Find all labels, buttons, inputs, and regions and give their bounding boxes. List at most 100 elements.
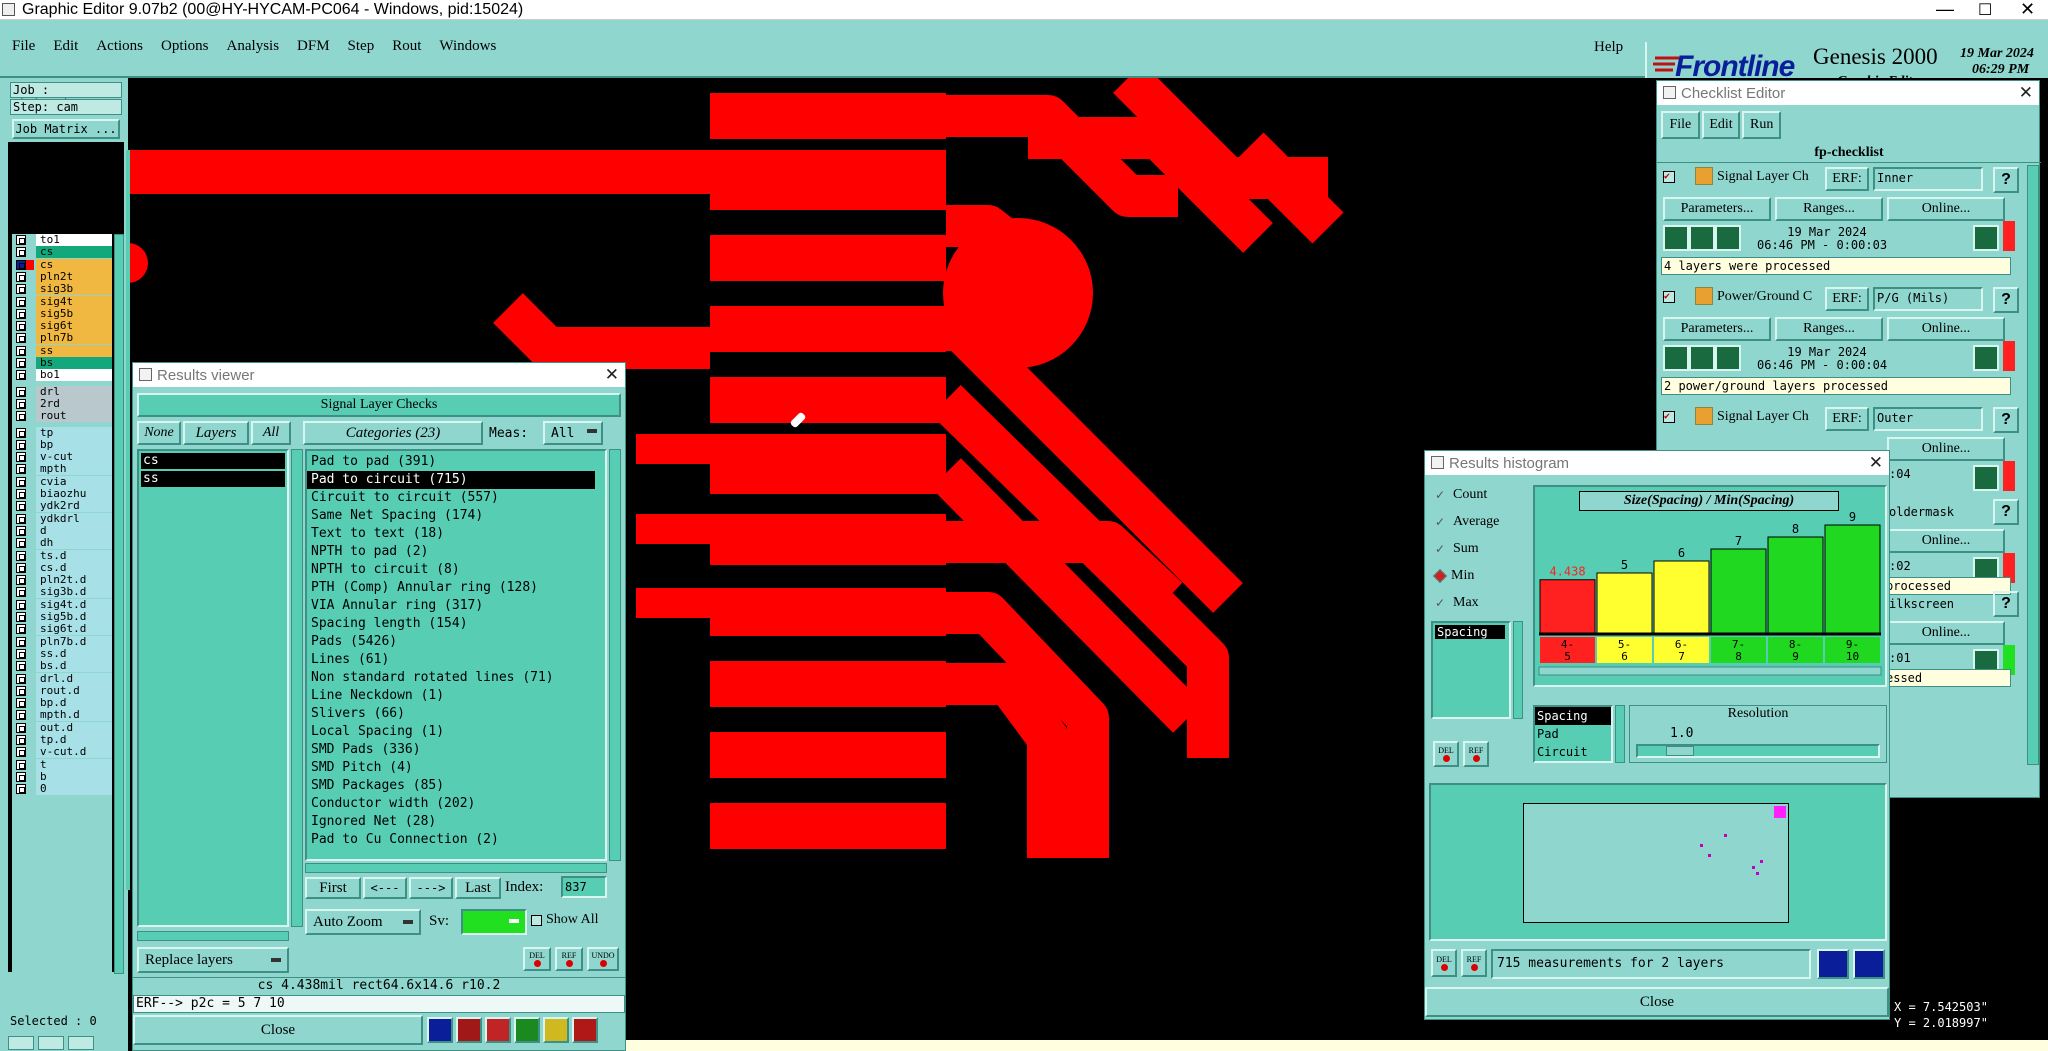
sub-list-scroll[interactable] [1615,705,1625,763]
histogram-sub-item[interactable]: Pad [1535,725,1611,743]
category-item[interactable]: VIA Annular ring (317) [307,597,605,615]
layer-checkbox[interactable] [16,636,26,647]
histogram-sub-item[interactable]: Circuit [1535,743,1611,761]
category-item[interactable]: Circuit to circuit (557) [307,489,605,507]
layer-row[interactable]: d [12,524,112,537]
online-button[interactable]: Online... [1887,529,2005,553]
ref-button[interactable]: REF [555,947,583,971]
layer-row[interactable]: cs [12,258,112,271]
histogram-option[interactable]: ✓ Max [1435,593,1479,613]
histogram-item-scroll[interactable] [1513,621,1523,719]
layer-row[interactable]: cvia [12,475,112,488]
histogram-bar[interactable] [1767,536,1824,634]
signal-layer-checks-header[interactable]: Signal Layer Checks [137,393,621,417]
layer-name[interactable]: rout.d [36,684,112,697]
layer-row[interactable]: sig5b.d [12,611,112,623]
category-item[interactable]: Pad to circuit (715) [307,471,595,489]
help-button[interactable]: ? [1993,499,2019,525]
layer-checkbox[interactable] [16,345,26,356]
layer-name[interactable]: ss.d [36,647,112,660]
menu-help[interactable]: Help [1594,39,1623,56]
del-button[interactable]: DEL [523,947,551,971]
histogram-bar[interactable] [1539,579,1596,634]
tool-icon[interactable] [68,1036,94,1050]
help-button[interactable]: ? [1993,287,2019,313]
layer-row[interactable]: rout [12,410,112,423]
layer-name[interactable]: bs.d [36,660,112,673]
layer-checkbox[interactable] [16,784,26,795]
index-input[interactable]: 837 [561,876,607,898]
category-item[interactable]: SMD Pitch (4) [307,759,605,777]
category-item[interactable]: Conductor width (202) [307,795,605,813]
layer-row[interactable]: biaozhu [12,488,112,500]
bottom-tool-icons[interactable] [8,1036,108,1050]
menu-step[interactable]: Step [348,38,375,58]
layer-row[interactable]: sig4t.d [12,598,112,611]
sv-color-select[interactable] [461,909,527,935]
layer-row[interactable]: sig6t [12,320,112,333]
histogram-sub-item[interactable]: Spacing [1535,707,1611,725]
histogram-close-icon[interactable]: ✕ [1869,453,1883,473]
layer-checkbox[interactable] [16,735,26,745]
layer-row[interactable]: v-cut.d [12,746,112,759]
menu-windows[interactable]: Windows [439,38,496,58]
layer-checkbox[interactable] [16,624,26,635]
layer-name[interactable]: mpth.d [36,709,112,722]
layer-checkbox[interactable] [16,247,26,258]
layer-results-list[interactable]: cs ss [137,449,289,927]
histogram-zoom-icon[interactable] [1853,949,1885,979]
layer-name[interactable]: ss [36,344,112,357]
layer-checkbox[interactable] [16,747,26,758]
layer-name[interactable]: cvia [36,475,112,488]
menu-dfm[interactable]: DFM [297,38,330,58]
layers-button[interactable]: Layers [183,421,249,445]
layer-row[interactable]: mpth.d [12,709,112,722]
histogram-close-button[interactable]: Close [1425,987,1889,1017]
histogram-bar[interactable] [1596,572,1653,634]
tool-icon[interactable] [8,1036,34,1050]
layer-row[interactable]: ts.d [12,549,112,562]
layer-name[interactable]: bo1 [36,369,112,382]
layer-row[interactable]: drl.d [12,672,112,685]
layer-name[interactable]: sig5b [36,307,112,320]
layer-row[interactable]: 2rd [12,397,112,410]
category-item[interactable]: Pad to Cu Connection (2) [307,831,605,849]
histogram-option[interactable]: ✓ Count [1435,485,1487,505]
menu-actions[interactable]: Actions [96,38,143,58]
spacing-item[interactable]: Spacing [1435,625,1505,639]
category-hscroll[interactable] [305,863,607,873]
layer-name[interactable]: v-cut [36,451,112,464]
layer-row[interactable]: tp.d [12,734,112,746]
layer-name[interactable]: sig6t [36,320,112,333]
layer-row[interactable]: bo1 [12,369,112,382]
layer-checkbox[interactable] [16,386,26,397]
zoom-icon[interactable] [1973,225,1999,251]
layer-row[interactable]: 0 [12,783,112,796]
layer-name[interactable]: d [36,524,112,537]
layer-checkbox[interactable] [16,439,26,450]
run-icon[interactable] [1715,225,1741,251]
results-viewer-close-button[interactable]: Close [133,1015,423,1045]
layer-name[interactable]: mpth [36,463,112,476]
result-layer-item[interactable]: cs [141,453,285,469]
select-tool-icon[interactable] [456,1017,482,1043]
menu-options[interactable]: Options [161,38,209,58]
menu-rout[interactable]: Rout [392,38,421,58]
category-vscroll[interactable] [609,449,621,861]
help-button[interactable]: ? [1993,591,2019,617]
layer-name[interactable]: dh [36,537,112,550]
layer-row[interactable]: ss.d [12,647,112,660]
erf-label[interactable]: ERF: [1825,167,1869,191]
category-item[interactable]: SMD Packages (85) [307,777,605,795]
layer-row[interactable]: ydk2rd [12,500,112,513]
layer-checkbox[interactable] [16,464,26,475]
category-item[interactable]: Ignored Net (28) [307,813,605,831]
layer-name[interactable]: out.d [36,721,112,734]
layer-checkbox[interactable] [16,452,26,463]
prev-button[interactable]: <--- [363,877,407,899]
layer-name[interactable]: sig4t.d [36,598,112,611]
checklist-close-icon[interactable]: ✕ [2019,83,2033,103]
layer-name[interactable]: sig4t [36,295,112,308]
layer-row[interactable]: v-cut [12,451,112,464]
layer-name[interactable]: bp.d [36,697,112,710]
